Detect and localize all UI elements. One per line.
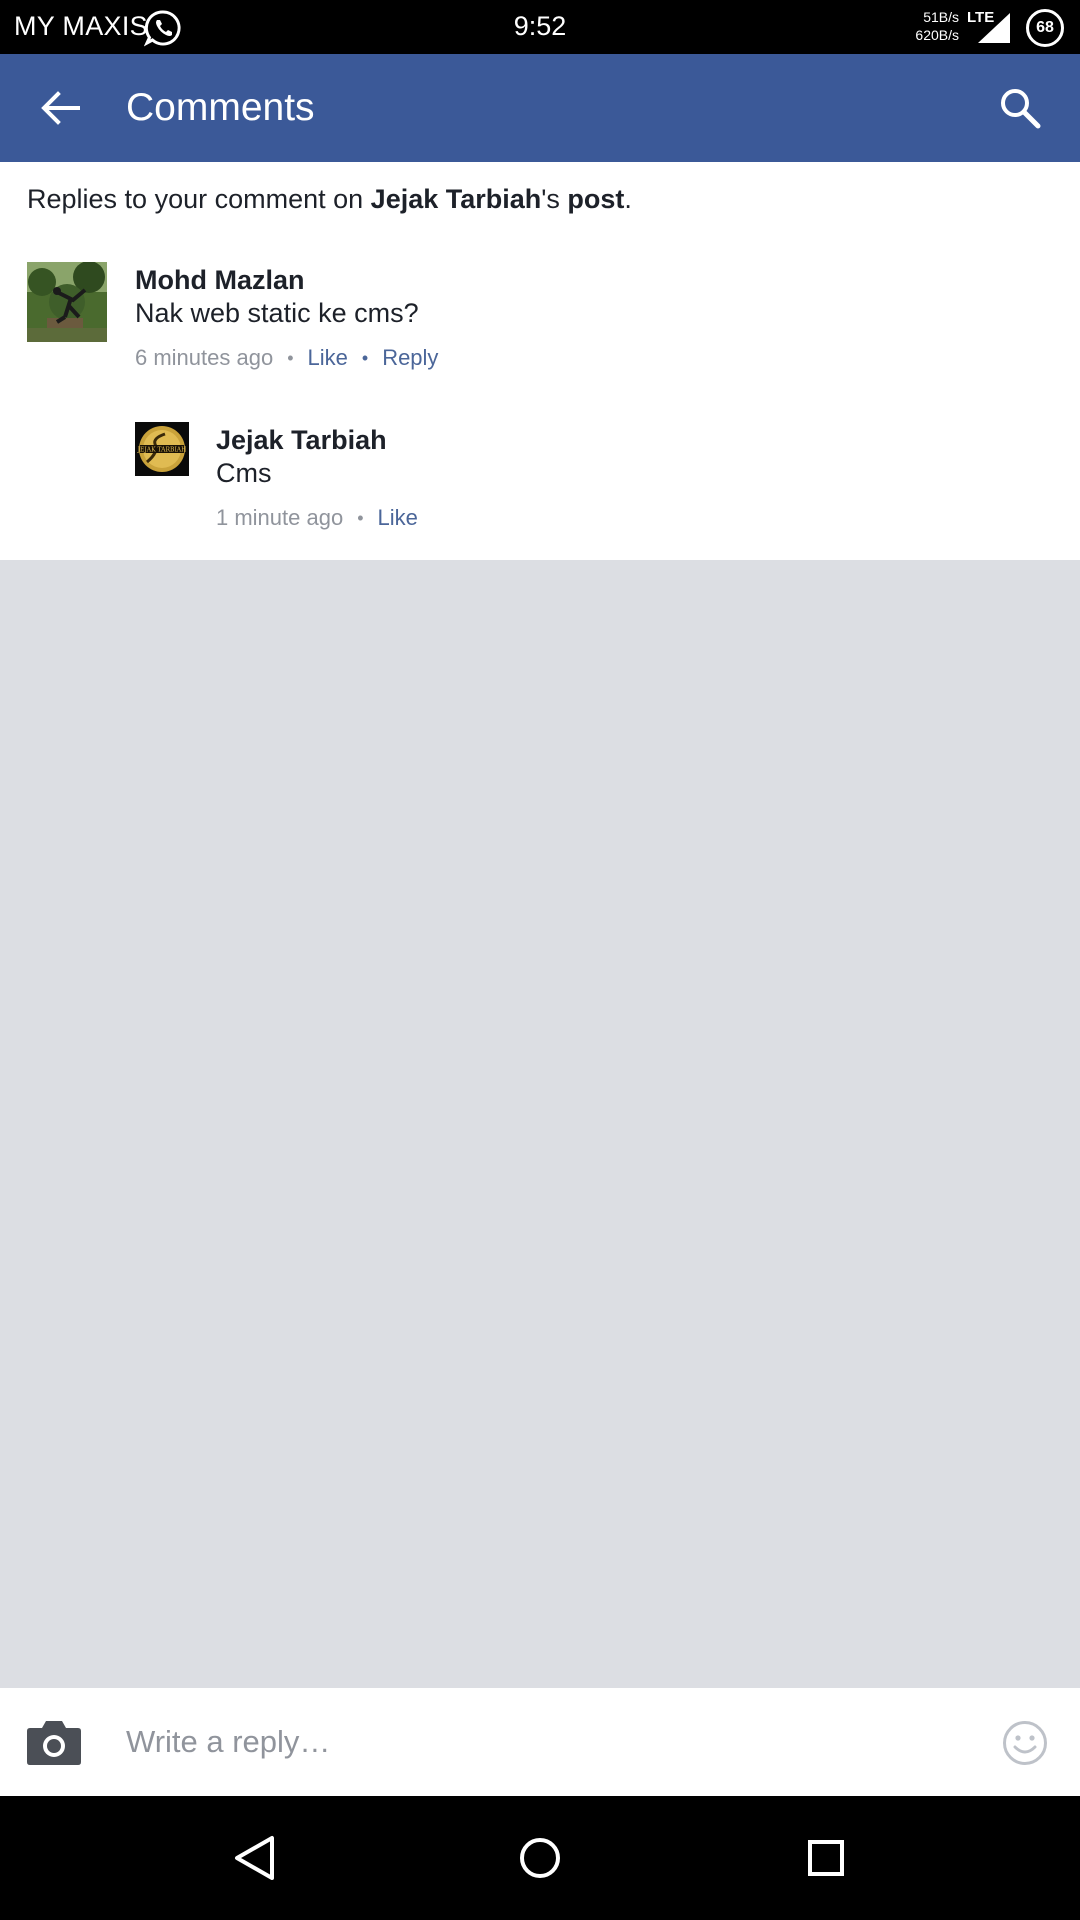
- context-page-name[interactable]: Jejak Tarbiah: [371, 184, 542, 214]
- battery-level: 68: [1036, 19, 1054, 36]
- page-title: Comments: [126, 86, 315, 129]
- avatar-photo: [27, 262, 107, 342]
- comment-timestamp: 6 minutes ago: [135, 345, 274, 370]
- app-bar: Comments: [0, 54, 1080, 162]
- comment-text: Cms: [216, 458, 272, 488]
- like-button[interactable]: Like: [378, 505, 418, 531]
- context-prefix: Replies to your comment on: [27, 184, 371, 214]
- separator-dot: •: [361, 347, 369, 368]
- signal-icon: [978, 13, 1010, 43]
- context-post-link[interactable]: post: [567, 184, 624, 214]
- comment-text: Nak web static ke cms?: [135, 298, 419, 328]
- nav-back-icon: [235, 1836, 274, 1880]
- like-button[interactable]: Like: [308, 345, 348, 371]
- search-button[interactable]: [990, 78, 1050, 138]
- comment-author[interactable]: Mohd Mazlan: [135, 265, 305, 296]
- reply-composer: [0, 1688, 1080, 1796]
- comments-panel: Replies to your comment on Jejak Tarbiah…: [0, 162, 1080, 560]
- jejak-tarbiah-logo: JEJAK TARBIAH: [135, 422, 189, 476]
- reply-button[interactable]: Reply: [382, 345, 438, 371]
- nav-recents-button[interactable]: [794, 1826, 858, 1890]
- logo-text: JEJAK TARBIAH: [137, 447, 187, 454]
- arrow-back-icon: [41, 91, 80, 125]
- comment-meta: 6 minutes ago • Like • Reply: [135, 345, 438, 371]
- comment-author[interactable]: Jejak Tarbiah: [216, 425, 387, 456]
- context-possessive: 's: [541, 184, 568, 214]
- system-nav-bar: [0, 1796, 1080, 1920]
- network-speed: 51B/s 620B/s: [905, 8, 959, 44]
- back-button[interactable]: [30, 78, 90, 138]
- avatar[interactable]: JEJAK TARBIAH: [135, 422, 189, 476]
- nav-home-button[interactable]: [508, 1826, 572, 1890]
- emoji-icon[interactable]: [1002, 1720, 1048, 1766]
- battery-icon: 68: [1026, 9, 1064, 47]
- upload-speed: 51B/s: [923, 9, 959, 25]
- separator-dot: •: [357, 507, 364, 528]
- nav-recents-icon: [808, 1840, 844, 1876]
- download-speed: 620B/s: [915, 27, 959, 43]
- context-suffix: .: [624, 184, 632, 214]
- comment-meta: 1 minute ago • Like: [216, 505, 418, 531]
- reply-input[interactable]: [126, 1716, 966, 1768]
- comment-timestamp: 1 minute ago: [216, 505, 344, 530]
- search-icon: [1001, 89, 1041, 129]
- nav-back-button[interactable]: [222, 1826, 286, 1890]
- separator-dot: •: [287, 347, 294, 368]
- camera-icon[interactable]: [26, 1718, 82, 1766]
- status-bar: MY MAXIS 9:52 51B/s 620B/s LTE 68: [0, 0, 1080, 54]
- nav-home-icon: [520, 1838, 560, 1878]
- context-header: Replies to your comment on Jejak Tarbiah…: [27, 184, 632, 215]
- avatar[interactable]: [27, 262, 107, 342]
